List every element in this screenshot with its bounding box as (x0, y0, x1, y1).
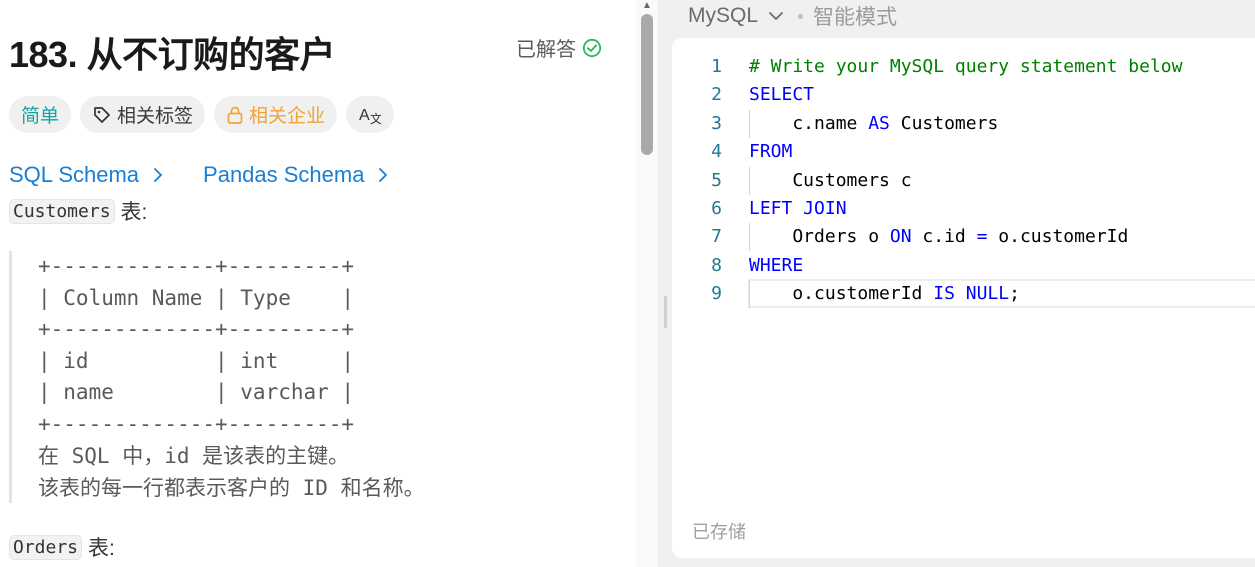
schema-links: SQL Schema Pandas Schema (9, 162, 388, 188)
sql-keyword: = (976, 226, 988, 248)
sql-keyword: FROM (749, 141, 793, 163)
code-line[interactable]: 7 Orders o ON c.id = o.customerId (672, 223, 1255, 252)
code-text: SELECT (749, 81, 814, 109)
description-scrollbar-thumb[interactable] (641, 14, 653, 155)
pandas-schema-label: Pandas Schema (203, 162, 365, 187)
code-editor-pane: MySQL 智能模式 1 # Write your MySQL query sta… (672, 0, 1255, 567)
code-text: Customers c (749, 167, 912, 195)
save-status: 已存储 (692, 522, 746, 542)
language-label: MySQL (688, 4, 759, 27)
chevron-down-icon (769, 12, 783, 21)
svg-text:A: A (359, 107, 370, 124)
code-text: o.customerId IS NULL; (749, 280, 1020, 308)
code-line[interactable]: 3 c.name AS Customers (672, 109, 1255, 138)
smart-mode-toggle[interactable]: 智能模式 (798, 1, 897, 31)
line-number: 5 (711, 169, 722, 191)
companies-tag[interactable]: 相关企业 (214, 96, 338, 133)
difficulty-tag[interactable]: 简单 (9, 96, 72, 133)
code-token: ; (1009, 283, 1020, 305)
translate-icon: A 文 (359, 107, 381, 125)
code-text: WHERE (749, 252, 803, 280)
difficulty-label: 简单 (21, 106, 60, 127)
code-token: Customers (889, 112, 999, 134)
customers-schema-table: +-------------+---------+ | Column Name … (38, 254, 355, 436)
line-number: 3 (711, 112, 722, 134)
topics-label: 相关标签 (117, 106, 194, 127)
line-number: 6 (711, 198, 722, 219)
tag-icon (94, 106, 110, 123)
line-number: 8 (711, 254, 722, 276)
smart-mode-label: 智能模式 (813, 6, 898, 29)
line-number: 2 (711, 84, 722, 106)
language-select[interactable]: MySQL (688, 4, 784, 28)
check-circle-icon (582, 38, 602, 57)
code-line[interactable]: 5 Customers c (672, 166, 1255, 195)
sql-keyword: WHERE (749, 254, 804, 276)
customers-schema-block: +-------------+---------+ | Column Name … (9, 251, 629, 503)
orders-table-name: Orders (9, 534, 83, 560)
chevron-right-icon (154, 168, 163, 182)
customers-table-name: Customers (9, 198, 115, 224)
code-text: LEFT JOIN (749, 195, 847, 223)
code-token: o.customerId (987, 226, 1129, 248)
code-editor[interactable]: 1 # Write your MySQL query statement belo… (672, 38, 1255, 558)
code-line[interactable]: 6 LEFT JOIN (672, 195, 1255, 223)
dot-separator-icon (798, 13, 804, 19)
pane-divider[interactable] (658, 0, 672, 567)
code-line[interactable]: 1 # Write your MySQL query statement belo… (672, 53, 1255, 81)
code-line[interactable]: 9 o.customerId IS NULL; (672, 280, 1255, 309)
code-comment: # Write your MySQL query statement below (749, 56, 1183, 77)
code-token: c.id (911, 226, 977, 248)
translate-button[interactable]: A 文 (346, 96, 395, 133)
chevron-right-icon (379, 168, 388, 182)
code-token: o.customerId (749, 283, 934, 305)
line-number: 9 (711, 283, 722, 305)
orders-table-heading: Orders 表: (9, 532, 115, 562)
code-text: # Write your MySQL query statement below (749, 53, 1182, 81)
code-text: Orders o ON c.id = o.customerId (749, 223, 1128, 251)
orders-table-suffix: 表: (88, 537, 115, 560)
scroll-up-arrow-icon[interactable]: ▲ (642, 0, 652, 11)
code-line[interactable]: 4 FROM (672, 138, 1255, 166)
customers-schema-desc-2: 该表的每一行都表示客户的 ID 和名称。 (38, 476, 425, 500)
svg-text:文: 文 (370, 111, 381, 125)
sql-keyword: LEFT JOIN (749, 198, 847, 219)
line-number: 1 (711, 56, 722, 77)
lock-icon (227, 106, 243, 124)
line-number: 7 (711, 226, 722, 248)
sql-keyword: SELECT (749, 84, 815, 106)
customers-table-suffix: 表: (120, 201, 148, 224)
code-text: FROM (749, 138, 792, 166)
sql-keyword: NULL (965, 283, 1010, 305)
pandas-schema-link[interactable]: Pandas Schema (203, 162, 388, 188)
code-line[interactable]: 2 SELECT (672, 81, 1255, 109)
code-token: Orders o (749, 226, 890, 248)
sql-keyword: ON (889, 226, 912, 248)
code-token: Customers c (749, 169, 912, 191)
problem-title: 183. 从不订购的客户 (9, 34, 336, 75)
code-line[interactable]: 8 WHERE (672, 252, 1255, 280)
sql-schema-link[interactable]: SQL Schema (9, 162, 163, 188)
sql-keyword: IS (933, 283, 955, 305)
line-number: 4 (711, 141, 722, 163)
sql-schema-label: SQL Schema (9, 162, 140, 187)
code-token: c.name (749, 112, 869, 134)
drag-handle-icon[interactable] (664, 296, 667, 328)
code-text: c.name AS Customers (749, 110, 998, 138)
topics-tag[interactable]: 相关标签 (80, 96, 206, 133)
sql-keyword: AS (868, 112, 890, 134)
problem-description-pane: 183. 从不订购的客户 已解答 简单 相关标签 相关企业 A 文 SQL Sc… (0, 0, 636, 567)
editor-toolbar: MySQL 智能模式 (672, 0, 1255, 32)
customers-table-heading: Customers 表: (9, 196, 147, 226)
problem-tags: 简单 相关标签 相关企业 A 文 (9, 96, 395, 133)
companies-label: 相关企业 (249, 106, 326, 127)
solved-status-label: 已解答 (516, 39, 576, 61)
customers-schema-desc-1: 在 SQL 中，id 是该表的主键。 (38, 444, 350, 468)
solved-status: 已解答 (516, 33, 602, 62)
